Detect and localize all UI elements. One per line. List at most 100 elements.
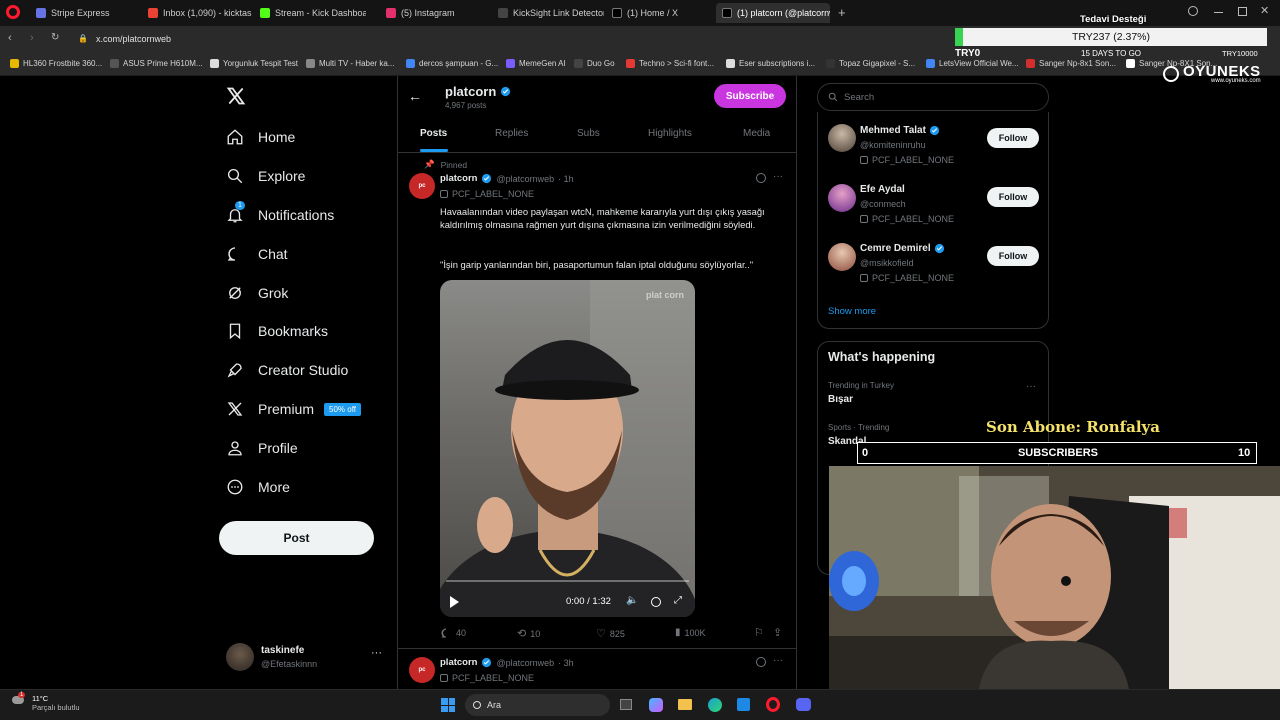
play-button[interactable] [450,596,459,608]
post-handle[interactable]: @platcornweb [496,174,554,184]
browser-tab[interactable]: Stream - Kick Dashboard [254,3,366,23]
url-input[interactable]: x.com/platcornweb [96,34,171,44]
discord-icon[interactable] [796,698,811,711]
tab-media[interactable]: Media [743,128,770,139]
bookmark-item[interactable]: dercos şampuan - G... [406,59,498,68]
bookmark-item[interactable]: Duo Go [574,59,615,68]
forward-icon[interactable]: › [30,32,34,44]
search-tabs-icon[interactable] [1188,6,1198,16]
show-more-link[interactable]: Show more [828,306,876,317]
post-button[interactable]: Post [219,521,374,555]
avatar[interactable] [828,184,856,212]
fullscreen-icon[interactable]: ⤢ [674,595,682,606]
post-time[interactable]: · 1h [558,174,574,184]
tab-highlights[interactable]: Highlights [648,128,692,139]
bookmark-item[interactable]: Techno > Sci-fi font... [626,59,714,68]
share-icon[interactable]: ⇪ [773,626,782,639]
maximize-button[interactable] [1238,7,1247,16]
more-circle-icon [227,479,243,495]
grok-icon[interactable] [756,657,766,667]
close-window-button[interactable]: ✕ [1260,4,1269,17]
copilot-icon[interactable] [649,698,663,712]
post-handle[interactable]: @platcornweb [496,658,554,668]
reload-icon[interactable]: ↻ [51,32,59,43]
post-avatar[interactable]: pc [409,173,435,199]
more-icon[interactable]: ··· [1026,381,1036,392]
browser-tab[interactable]: (1) Home / X [606,3,714,23]
bookmark-item[interactable]: Yorgunluk Tespit Test [210,59,298,68]
start-button[interactable] [441,698,455,712]
suggestion-name[interactable]: Efe Aydal [860,184,905,195]
suggestion-name[interactable]: Cemre Demirel [860,243,945,254]
tab-replies[interactable]: Replies [495,128,528,139]
nav-creator-studio[interactable]: Creator Studio [226,361,348,379]
search-box[interactable]: Search [817,83,1049,111]
bookmark-item[interactable]: ASUS Prime H610M... [110,59,203,68]
post-avatar[interactable]: pc [409,657,435,683]
opera-logo-icon[interactable] [6,5,20,19]
bookmark-item[interactable]: Multi TV - Haber ka... [306,59,394,68]
browser-tab[interactable]: Inbox (1,090) - kicktaskine [142,3,252,23]
profile-name: platcorn [445,84,511,99]
file-explorer-icon[interactable] [620,699,632,710]
tab-posts[interactable]: Posts [420,128,447,139]
volume-icon[interactable]: 🔈 [626,595,638,606]
store-icon[interactable] [737,698,750,711]
new-tab-button[interactable]: + [838,5,846,20]
follow-button[interactable]: Follow [987,246,1039,266]
nav-premium[interactable]: Premium 50% off [226,400,361,418]
avatar[interactable] [828,124,856,152]
browser-tab[interactable]: Stripe Express [30,3,140,23]
x-logo-icon[interactable] [226,86,246,111]
more-icon[interactable]: ··· [371,647,382,659]
post-author[interactable]: platcorn [440,173,477,184]
weather-widget[interactable]: 1 11°C Parçalı bulutlu [12,692,80,712]
nav-more[interactable]: More [226,478,290,496]
minimize-button[interactable] [1214,12,1223,13]
settings-icon[interactable] [651,597,661,607]
bookmark-item[interactable]: Topaz Gigapixel - S... [826,59,915,68]
nav-chat[interactable]: Chat [226,245,288,263]
browser-tab-active[interactable]: (1) platcorn (@platcornw [716,3,830,23]
back-icon[interactable]: ‹ [8,32,12,44]
subscribe-button[interactable]: Subscribe [714,84,786,108]
reply-action[interactable]: 40 [440,627,466,639]
follow-button[interactable]: Follow [987,187,1039,207]
more-icon[interactable]: ··· [773,655,783,666]
nav-notifications[interactable]: 1 Notifications [226,201,334,224]
search-input[interactable]: Search [844,92,874,103]
nav-home[interactable]: Home [226,128,295,146]
nav-bookmarks[interactable]: Bookmarks [226,322,328,340]
bookmark-item[interactable]: MemeGen AI [506,59,566,68]
trend-item[interactable]: Trending in Turkey Bışar ··· [828,381,1040,411]
bookmark-icon[interactable]: ⚐ [754,626,764,639]
repost-action[interactable]: ⟲ 10 [517,627,540,640]
post-video[interactable]: plat corn 0:00 / 1:32 🔈 ⤢ [440,280,695,617]
nav-explore[interactable]: Explore [226,167,305,185]
nav-profile[interactable]: Profile [226,439,298,457]
post-author[interactable]: platcorn [440,657,477,668]
tab-subs[interactable]: Subs [577,128,600,139]
bookmark-item[interactable]: Eser subscriptions i... [726,59,815,68]
avatar[interactable] [828,243,856,271]
account-switcher[interactable]: taskinefe @Efetaskinnn ··· [226,643,386,675]
browser-tab[interactable]: (5) Instagram [380,3,490,23]
opera-icon[interactable] [766,697,780,712]
nav-grok[interactable]: Grok [226,284,288,302]
edge-icon[interactable] [708,698,722,712]
video-progress-track[interactable] [446,580,689,582]
taskbar-search-input[interactable]: Ara [487,700,501,710]
bookmark-item[interactable]: HL360 Frostbite 360... [10,59,102,68]
grok-icon[interactable] [756,173,766,183]
folder-icon[interactable] [678,699,692,710]
bookmark-favicon-icon [10,59,19,68]
like-action[interactable]: ♡ 825 [596,627,625,640]
follow-button[interactable]: Follow [987,128,1039,148]
more-icon[interactable]: ··· [773,171,783,182]
browser-tab[interactable]: KickSight Link Detector [492,3,604,23]
post-time[interactable]: · 3h [558,658,574,668]
taskbar-search[interactable]: Ara [465,694,610,716]
suggestion-name[interactable]: Mehmed Talat [860,125,940,136]
back-arrow-icon[interactable]: ← [408,88,422,104]
views-action[interactable]: ▮ 100K [675,627,706,638]
